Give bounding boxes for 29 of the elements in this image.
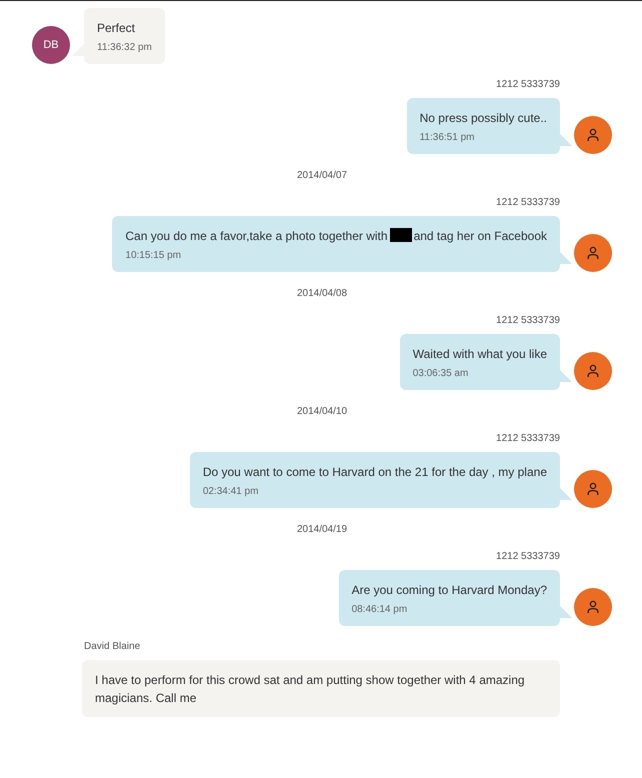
date-label: 2014/04/08: [296, 288, 348, 300]
message-text: Waited with what you like: [412, 346, 547, 363]
person-icon: [587, 246, 599, 260]
message-time: 08:46:14 pm: [352, 603, 408, 616]
message-time: 02:34:41 pm: [202, 485, 260, 498]
message-time: 11:36:51 pm: [420, 131, 476, 144]
date-label: 2014/04/10: [296, 406, 348, 418]
message-text: No press possibly cute..: [420, 110, 547, 127]
message-text: Can you do me a favor,take a photo together with and tag her on Facebook: [125, 227, 547, 245]
sender-name: 1212 5333739: [495, 79, 560, 91]
person-icon: [587, 128, 599, 142]
date-label: 2014/04/07: [296, 170, 348, 182]
message-time: 03:06:35 am: [412, 367, 470, 380]
date-label: 2014/04/19: [296, 524, 348, 536]
message-text: Are you coming to Harvard Monday?: [352, 582, 547, 599]
sender-name: 1212 5333739: [495, 315, 560, 327]
sender-name: 1212 5333739: [495, 551, 560, 563]
person-icon: [587, 482, 599, 496]
avatar: DB: [32, 26, 70, 64]
sender-name: 1212 5333739: [495, 197, 560, 209]
person-icon: [587, 364, 599, 378]
message-time: 10:15:15 pm: [125, 249, 182, 262]
message-time: 11:36:32 pm: [97, 41, 152, 54]
sender-name: David Blaine: [84, 641, 142, 653]
sender-name: 1212 5333739: [495, 433, 560, 445]
message-text: I have to perform for this crowd sat and am putting show together with 4 amazing magicians. Call me: [95, 672, 526, 707]
message-text: Do you want to come to Harvard on the 21 for the day , my plane: [202, 464, 547, 481]
message-text: Perfect: [97, 20, 136, 37]
person-icon: [587, 600, 599, 614]
